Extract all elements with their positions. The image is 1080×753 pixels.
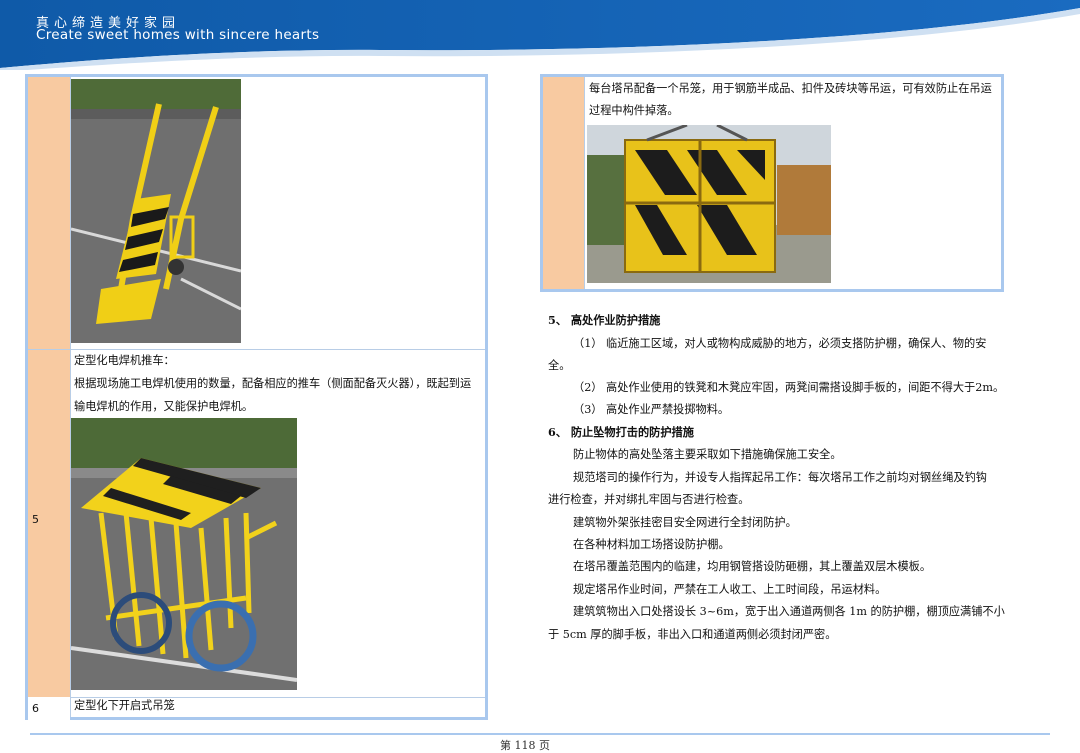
s6-p2-line2: 进行检查，并对绑扎牢固与否进行检查。 [548,493,750,506]
cage-desc-line2: 过程中构件掉落。 [589,104,679,117]
footer-rule [30,733,1050,735]
row5-desc-line2: 输电焊机的作用，又能保护电焊机。 [74,400,254,413]
s6-p5: 在塔吊覆盖范围内的临建，均用钢管搭设防砸棚，其上覆盖双层木模板。 [573,560,932,573]
row6-title: 定型化下开启式吊笼 [74,699,175,712]
number-column [543,77,584,289]
left-table: 定型化电焊机推车： 根据现场施工电焊机使用的数量，配备相应的推车（侧面配备灭火器… [25,74,488,720]
s6-p7-line2: 于 5cm 厚的脚手板，非出入口和通道两侧必须封闭严密。 [548,628,837,641]
s6-p7-line1: 建筑筑物出入口处搭设长 3~6m，宽于出入通道两侧各 1m 的防护棚，棚顶应满铺… [573,605,1005,618]
cage-desc-line1: 每台塔吊配备一个吊笼，用于钢筋半成品、扣件及砖块等吊运，可有效防止在吊运 [589,82,992,95]
banner-title-en: Create sweet homes with sincere hearts [36,27,320,43]
row5-desc-line1: 根据现场施工电焊机使用的数量，配备相应的推车（侧面配备灭火器），既起到运 [74,377,472,390]
s5-p1-line1: （1） 临近施工区域，对人或物构成威胁的地方，必须支搭防护棚，确保人、物的安 [573,337,987,350]
right-table: 每台塔吊配备一个吊笼，用于钢筋半成品、扣件及砖块等吊运，可有效防止在吊运 过程中… [540,74,1004,292]
s6-p6: 规定塔吊作业时间，严禁在工人收工、上工时间段，吊运材料。 [573,583,887,596]
s6-p3: 建筑物外架张挂密目安全网进行全封闭防护。 [573,516,797,529]
number-column [28,77,70,697]
welding-cart-photo [71,79,241,343]
s6-p1: 防止物体的高处坠落主要采取如下措施确保施工安全。 [573,448,842,461]
s6-p4: 在各种材料加工场搭设防护棚。 [573,538,730,551]
s5-p1-line2: 全。 [548,359,571,372]
s5-p2: （2） 高处作业使用的铁凳和木凳应牢固，两凳间需搭设脚手板的，间距不得大于2m。 [573,381,1005,394]
header-banner: 真心缔造美好家园 Create sweet homes with sincere… [0,0,1080,70]
section6-heading: 6、 防止坠物打击的防护措施 [548,425,694,439]
s6-p2-line1: 规范塔司的操作行为，并设专人指挥起吊工作：每次塔吊工作之前均对钢丝绳及钓钩 [573,471,987,484]
page-number: 第 118 页 [500,739,550,752]
column-divider [584,77,585,289]
row5-title: 定型化电焊机推车： [74,354,175,367]
row5-number: 5 [32,513,39,526]
lifting-cage-photo [587,125,831,283]
section5-heading: 5、 高处作业防护措施 [548,313,661,327]
s5-p3: （3） 高处作业严禁投掷物料。 [573,403,730,416]
fire-cart-photo [71,418,297,690]
row6-number: 6 [28,697,70,720]
